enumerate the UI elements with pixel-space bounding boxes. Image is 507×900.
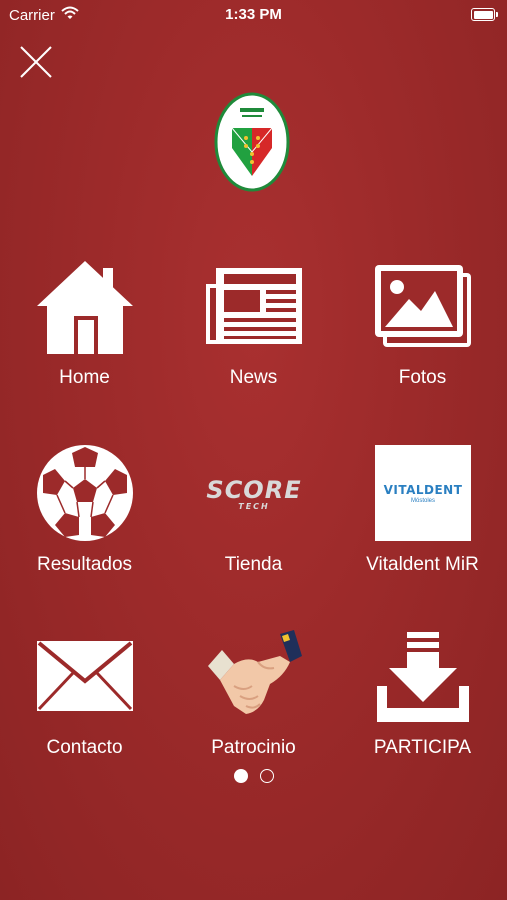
menu-item-label: Home bbox=[59, 367, 110, 388]
menu-item-label: Vitaldent MiR bbox=[366, 554, 479, 575]
score-tech-logo: SCORE TECH bbox=[203, 442, 305, 544]
soccer-ball-icon bbox=[34, 442, 136, 544]
menu-item-news[interactable]: News bbox=[169, 255, 338, 405]
vitaldent-main-text: VITALDENT bbox=[383, 482, 463, 497]
menu-item-participa[interactable]: PARTICIPA bbox=[338, 625, 507, 775]
menu-item-resultados[interactable]: Resultados bbox=[0, 442, 169, 592]
menu-item-label: Contacto bbox=[46, 737, 123, 758]
vitaldent-logo: VITALDENT Móstoles bbox=[372, 442, 474, 544]
battery-icon bbox=[471, 8, 498, 21]
menu-item-label: Fotos bbox=[398, 367, 447, 388]
download-tray-icon bbox=[372, 625, 474, 727]
vitaldent-sub-text: Móstoles bbox=[410, 497, 435, 504]
menu-item-fotos[interactable]: Fotos bbox=[338, 255, 507, 405]
newspaper-icon bbox=[203, 255, 305, 357]
envelope-icon bbox=[34, 625, 136, 727]
menu-item-patrocinio[interactable]: Patrocinio bbox=[169, 625, 338, 775]
score-tech-main-text: SCORE bbox=[206, 475, 302, 504]
close-icon bbox=[20, 46, 52, 78]
menu-item-label: Resultados bbox=[36, 554, 133, 575]
menu-item-label: Tienda bbox=[224, 554, 283, 575]
status-time: 1:33 PM bbox=[225, 6, 282, 23]
page-dot-2[interactable] bbox=[259, 769, 274, 783]
handshake-icon bbox=[203, 625, 305, 727]
close-button[interactable] bbox=[18, 44, 54, 80]
status-bar: Carrier 1:33 PM bbox=[0, 0, 507, 30]
home-icon bbox=[34, 255, 136, 357]
menu-item-tienda[interactable]: SCORE TECH Tienda bbox=[169, 442, 338, 592]
menu-item-vitaldent[interactable]: VITALDENT Móstoles Vitaldent MiR bbox=[338, 442, 507, 592]
menu-item-label: PARTICIPA bbox=[373, 737, 472, 758]
menu-item-label: News bbox=[229, 367, 278, 388]
menu-item-label: Patrocinio bbox=[211, 737, 296, 758]
page-dot-1[interactable] bbox=[233, 769, 248, 783]
menu-item-contacto[interactable]: Contacto bbox=[0, 625, 169, 775]
menu-item-home[interactable]: Home bbox=[0, 255, 169, 405]
club-logo bbox=[214, 92, 290, 192]
photos-icon bbox=[372, 255, 474, 357]
page-indicator bbox=[0, 769, 507, 783]
